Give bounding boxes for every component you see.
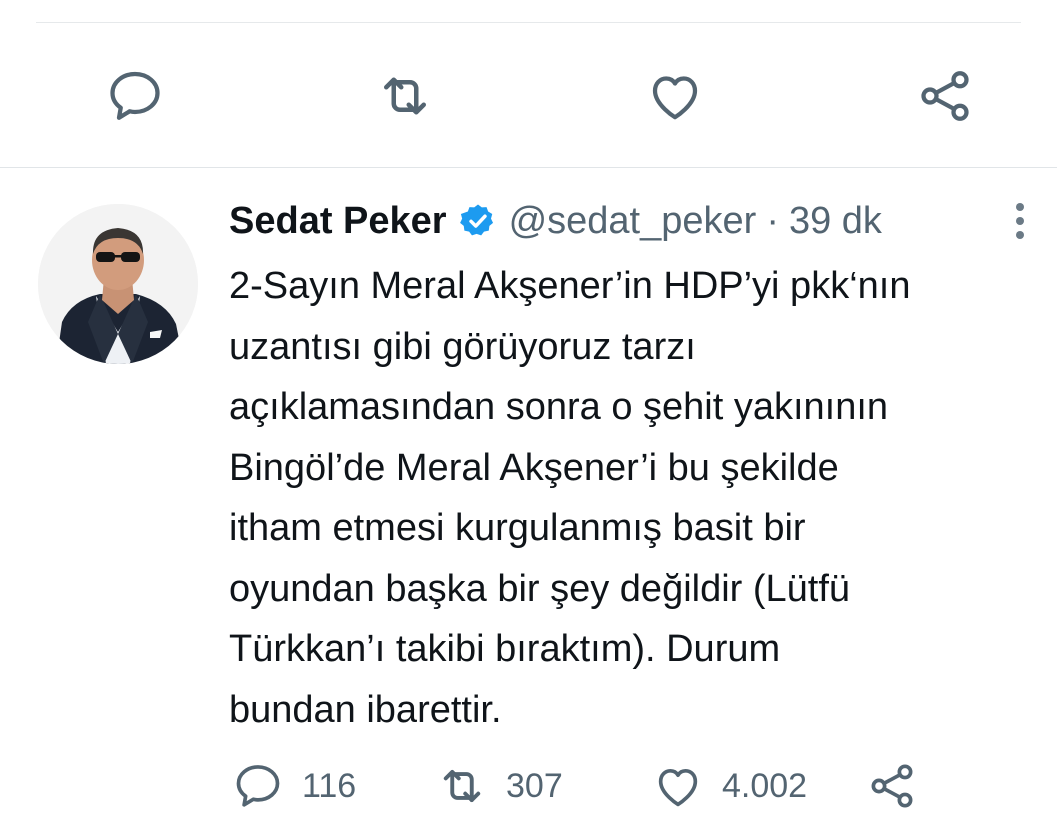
tweet-timestamp[interactable]: 39 dk [789,198,882,244]
more-dot-icon [1016,203,1024,211]
heart-icon [652,76,698,120]
tweet-text: 2-Sayın Meral Akşener’in HDP’yi pkk‘nın … [229,256,1049,740]
tweet-text-line: Bingöl’de Meral Akşener’i bu şekilde [229,446,839,489]
reply-icon [236,765,280,807]
retweet-button[interactable] [369,60,441,132]
reply-icon [110,71,160,120]
tweet-text-line: bundan ibarettir. [229,688,502,731]
more-dot-icon [1016,217,1024,225]
display-name[interactable]: Sedat Peker [229,198,447,244]
share-stat-button[interactable] [866,760,936,812]
tweet-text-line: uzantısı gibi görüyoruz tarzı [229,325,696,368]
top-divider [36,22,1021,23]
verified-badge-icon [459,202,497,240]
tweet-text-line: açıklamasından sonra o şehit yakınının [229,386,889,428]
tweet-text-line: itham etmesi kurgulanmış basit bir [229,507,806,549]
reply-count: 116 [302,766,357,805]
user-handle[interactable]: @sedat_peker [509,198,757,244]
tweet-text-line: oyundan başka bir şey değildir (Lütfü [229,567,851,610]
tweet-action-bar [0,60,1057,132]
heart-icon [658,768,698,807]
tweet[interactable]: Sedat Peker @sedat_peker · 39 dk 2-Sayın… [0,168,1057,808]
more-options-button[interactable] [1002,198,1038,244]
retweet-icon [384,77,426,115]
avatar[interactable] [38,204,198,364]
more-dot-icon [1016,231,1024,239]
tweet-header: Sedat Peker @sedat_peker · 39 dk [229,198,882,244]
like-count: 4.002 [722,766,808,805]
tweet-text-line: 2-Sayın Meral Akşener’in HDP’yi pkk‘nın [229,265,911,307]
share-button[interactable] [909,60,981,132]
like-stat-button[interactable]: 4.002 [652,760,807,812]
share-icon [921,71,969,121]
retweet-count: 307 [506,766,563,805]
like-button[interactable] [639,60,711,132]
profile-photo [38,204,198,364]
tweet-text-line: Türkkan’ı takibi bıraktım). Durum [229,628,781,670]
retweet-stat-button[interactable]: 307 [436,760,563,812]
retweet-icon [443,769,481,803]
reply-button[interactable] [99,60,171,132]
separator-dot: · [766,200,779,242]
tweet-stats-bar: 116 307 4.002 [0,760,1057,820]
share-icon [871,764,913,808]
reply-stat-button[interactable]: 116 [232,760,356,812]
